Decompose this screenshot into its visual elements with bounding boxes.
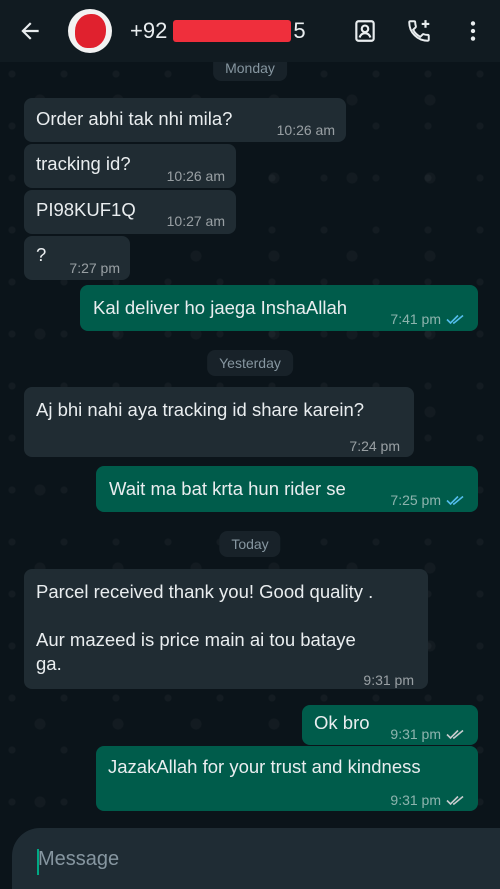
message-text: tracking id? <box>36 153 131 174</box>
message-text-line-2: Aur mazeed is price main ai tou bataye <box>36 629 356 650</box>
outgoing-message[interactable]: JazakAllah for your trust and kindness 9… <box>96 746 478 811</box>
message-text: ? <box>36 244 47 265</box>
avatar-image <box>75 14 106 48</box>
contact-avatar[interactable] <box>68 9 112 53</box>
read-ticks-icon <box>446 495 464 506</box>
message-composer[interactable]: Message <box>12 828 500 889</box>
message-text: Order abhi tak nhi mila? <box>36 108 233 129</box>
message-text-line-3: ga. <box>36 653 62 674</box>
incoming-message[interactable]: Order abhi tak nhi mila? 10:26 am <box>24 98 346 142</box>
date-chip: Yesterday <box>207 350 293 376</box>
message-text: Aj bhi nahi aya tracking id share karein… <box>36 399 365 420</box>
message-time: 10:27 am <box>166 213 225 229</box>
more-vert-icon <box>470 21 476 41</box>
message-time: 9:31 pm <box>390 792 441 808</box>
message-text: Kal deliver ho jaega InshaAllah <box>93 297 348 318</box>
redaction-bar <box>173 20 292 42</box>
contact-phone-number[interactable]: +92 5 <box>130 18 306 44</box>
more-options-button[interactable] <box>446 0 500 62</box>
outgoing-message[interactable]: Ok bro 9:31 pm <box>302 705 478 745</box>
delivered-ticks-icon <box>446 729 464 740</box>
message-time: 7:25 pm <box>390 492 441 508</box>
message-list[interactable]: Monday Order abhi tak nhi mila? 10:26 am… <box>0 62 500 822</box>
add-call-icon <box>408 20 430 42</box>
message-input-placeholder[interactable]: Message <box>38 848 119 871</box>
message-time: 7:41 pm <box>390 311 441 327</box>
message-text: PI98KUF1Q <box>36 199 136 220</box>
date-chip: Today <box>219 531 281 557</box>
message-time: 9:31 pm <box>390 726 441 742</box>
message-time: 10:26 am <box>166 168 225 184</box>
incoming-message[interactable]: tracking id? 10:26 am <box>24 144 236 188</box>
delivered-ticks-icon <box>446 795 464 806</box>
message-time: 10:26 am <box>276 122 335 138</box>
incoming-message[interactable]: ? 7:27 pm <box>24 236 130 280</box>
incoming-message[interactable]: Parcel received thank you! Good quality … <box>24 569 428 689</box>
message-text: Ok bro <box>314 712 370 733</box>
message-time: 9:31 pm <box>363 672 414 688</box>
outgoing-message[interactable]: Wait ma bat krta hun rider se 7:25 pm <box>96 466 478 512</box>
message-time: 7:24 pm <box>349 438 400 454</box>
incoming-message[interactable]: Aj bhi nahi aya tracking id share karein… <box>24 387 414 457</box>
phone-prefix: +92 <box>130 18 168 43</box>
phone-suffix: 5 <box>293 18 306 43</box>
outgoing-message[interactable]: Kal deliver ho jaega InshaAllah 7:41 pm <box>80 285 478 331</box>
message-text: JazakAllah for your trust and kindness <box>108 756 421 777</box>
message-time: 7:27 pm <box>69 260 120 276</box>
incoming-message[interactable]: PI98KUF1Q 10:27 am <box>24 190 236 234</box>
back-button[interactable] <box>0 0 60 62</box>
contact-card-button[interactable] <box>338 0 392 62</box>
message-text: Wait ma bat krta hun rider se <box>109 478 346 499</box>
add-call-button[interactable] <box>392 0 446 62</box>
read-ticks-icon <box>446 314 464 325</box>
back-arrow-icon <box>21 22 39 40</box>
contact-card-icon <box>355 20 375 42</box>
chat-header: +92 5 <box>0 0 500 62</box>
date-chip: Monday <box>213 62 287 81</box>
message-text-line-1: Parcel received thank you! Good quality … <box>36 581 374 602</box>
